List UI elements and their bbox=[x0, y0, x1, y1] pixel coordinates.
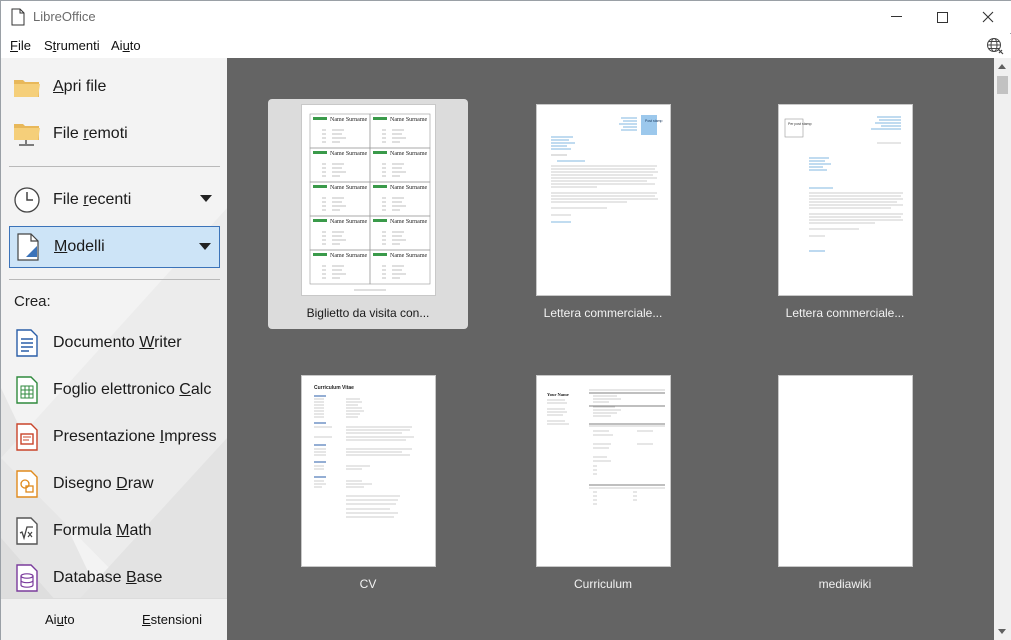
template-name: mediawiki bbox=[818, 577, 872, 591]
svg-text:Per post stamp: Per post stamp bbox=[788, 122, 812, 126]
create-base-database-button[interactable]: Database Base bbox=[9, 557, 220, 599]
template-thumbnail: Name Surname Name Surname Name Surname Nam… bbox=[301, 104, 436, 296]
template-name: Lettera commerciale... bbox=[543, 306, 663, 320]
folder-icon bbox=[13, 73, 41, 101]
create-impress-presentation-button[interactable]: Presentazione Impress bbox=[9, 416, 220, 458]
template-tile[interactable]: Name Surname Name Surname Name Surname Nam… bbox=[268, 99, 468, 329]
template-tile[interactable]: mediawiki bbox=[745, 370, 945, 600]
template-name: Curriculum bbox=[573, 577, 632, 591]
menu-tools[interactable]: Strumenti bbox=[44, 38, 100, 53]
globe-icon[interactable] bbox=[986, 37, 1004, 55]
svg-text:Curriculum Vitae: Curriculum Vitae bbox=[314, 385, 354, 391]
sidebar: Apri file File remoti File recenti Model… bbox=[1, 58, 227, 640]
calc-icon bbox=[13, 376, 41, 404]
writer-icon bbox=[13, 329, 41, 357]
sidebar-divider bbox=[9, 166, 220, 167]
template-name: Lettera commerciale... bbox=[785, 306, 905, 320]
recent-files-button[interactable]: File recenti bbox=[9, 179, 220, 221]
menu-bar: File Strumenti Aiuto bbox=[1, 34, 1011, 58]
chevron-down-icon[interactable] bbox=[199, 243, 211, 250]
svg-text:Post stamp: Post stamp bbox=[645, 119, 663, 123]
remote-folder-icon bbox=[13, 120, 41, 148]
letter-preview: Per post stamp bbox=[784, 116, 903, 252]
open-file-button[interactable]: Apri file bbox=[9, 66, 220, 108]
title-bar: LibreOffice bbox=[1, 1, 1011, 33]
impress-icon bbox=[13, 423, 41, 451]
template-icon bbox=[14, 233, 42, 261]
remote-files-button[interactable]: File remoti bbox=[9, 113, 220, 155]
template-thumbnail: Per post stamp bbox=[778, 104, 913, 296]
menu-help[interactable]: Aiuto bbox=[111, 38, 141, 53]
create-label: Crea: bbox=[14, 293, 51, 310]
svg-text:Name Surname: Name Surname bbox=[390, 117, 427, 123]
scroll-up-icon[interactable] bbox=[998, 64, 1006, 69]
document-app-icon bbox=[11, 8, 25, 26]
base-icon bbox=[13, 564, 41, 592]
svg-text:Name Surname: Name Surname bbox=[330, 219, 367, 225]
templates-button[interactable]: Modelli bbox=[9, 226, 220, 268]
draw-icon bbox=[13, 470, 41, 498]
menu-file[interactable]: File bbox=[10, 38, 31, 53]
minimize-button[interactable] bbox=[873, 1, 919, 33]
template-name: CV bbox=[359, 577, 377, 591]
template-tile[interactable]: Post stamp Lettera commerciale... bbox=[503, 99, 703, 329]
business-card-preview: Name Surname Name Surname Name Surname Nam… bbox=[309, 113, 431, 291]
template-thumbnail: Post stamp bbox=[536, 104, 671, 296]
template-name: Biglietto da visita con... bbox=[306, 306, 430, 320]
close-icon bbox=[982, 11, 994, 23]
letter-preview: Post stamp bbox=[551, 115, 663, 223]
create-calc-spreadsheet-button[interactable]: Foglio elettronico Calc bbox=[9, 369, 220, 411]
templates-panel: Name Surname Name Surname Name Surname Nam… bbox=[227, 58, 994, 640]
template-thumbnail bbox=[778, 375, 913, 567]
create-writer-document-button[interactable]: Documento Writer bbox=[9, 322, 220, 364]
help-button[interactable]: Aiuto bbox=[45, 612, 75, 627]
svg-text:Name Surname: Name Surname bbox=[390, 151, 427, 157]
resume-preview: Your Name bbox=[547, 389, 665, 505]
cv-preview: Curriculum Vitae bbox=[314, 385, 414, 518]
create-math-formula-button[interactable]: Formula Math bbox=[9, 510, 220, 552]
sidebar-footer: Aiuto Estensioni bbox=[1, 598, 227, 640]
close-button[interactable] bbox=[965, 1, 1011, 33]
create-draw-drawing-button[interactable]: Disegno Draw bbox=[9, 463, 220, 505]
svg-text:Name Surname: Name Surname bbox=[330, 117, 367, 123]
maximize-button[interactable] bbox=[919, 1, 965, 33]
math-icon bbox=[13, 517, 41, 545]
svg-text:Name Surname: Name Surname bbox=[390, 253, 427, 259]
clock-icon bbox=[13, 186, 41, 214]
maximize-icon bbox=[936, 11, 948, 23]
svg-text:Name Surname: Name Surname bbox=[330, 253, 367, 259]
template-thumbnail: Your Name bbox=[536, 375, 671, 567]
template-tile[interactable]: Per post stamp Lettera commerciale... bbox=[745, 99, 945, 329]
window-title: LibreOffice bbox=[33, 9, 96, 24]
svg-text:Name Surname: Name Surname bbox=[330, 151, 367, 157]
svg-text:Your Name: Your Name bbox=[547, 392, 569, 397]
svg-text:Name Surname: Name Surname bbox=[390, 219, 427, 225]
template-tile[interactable]: Curriculum Vitae CV bbox=[268, 370, 468, 600]
vertical-scrollbar[interactable] bbox=[994, 58, 1011, 640]
scroll-down-icon[interactable] bbox=[998, 629, 1006, 634]
sidebar-divider bbox=[9, 279, 220, 280]
extensions-button[interactable]: Estensioni bbox=[142, 612, 202, 627]
chevron-down-icon[interactable] bbox=[200, 195, 212, 202]
svg-text:Name Surname: Name Surname bbox=[330, 185, 367, 191]
scrollbar-thumb[interactable] bbox=[997, 76, 1008, 94]
template-tile[interactable]: Your Name Curriculum bbox=[503, 370, 703, 600]
template-thumbnail: Curriculum Vitae bbox=[301, 375, 436, 567]
libreoffice-start-center: LibreOffice File Strumenti Aiuto Apri fi… bbox=[0, 0, 1011, 640]
svg-text:Name Surname: Name Surname bbox=[390, 185, 427, 191]
minimize-icon bbox=[890, 16, 902, 17]
